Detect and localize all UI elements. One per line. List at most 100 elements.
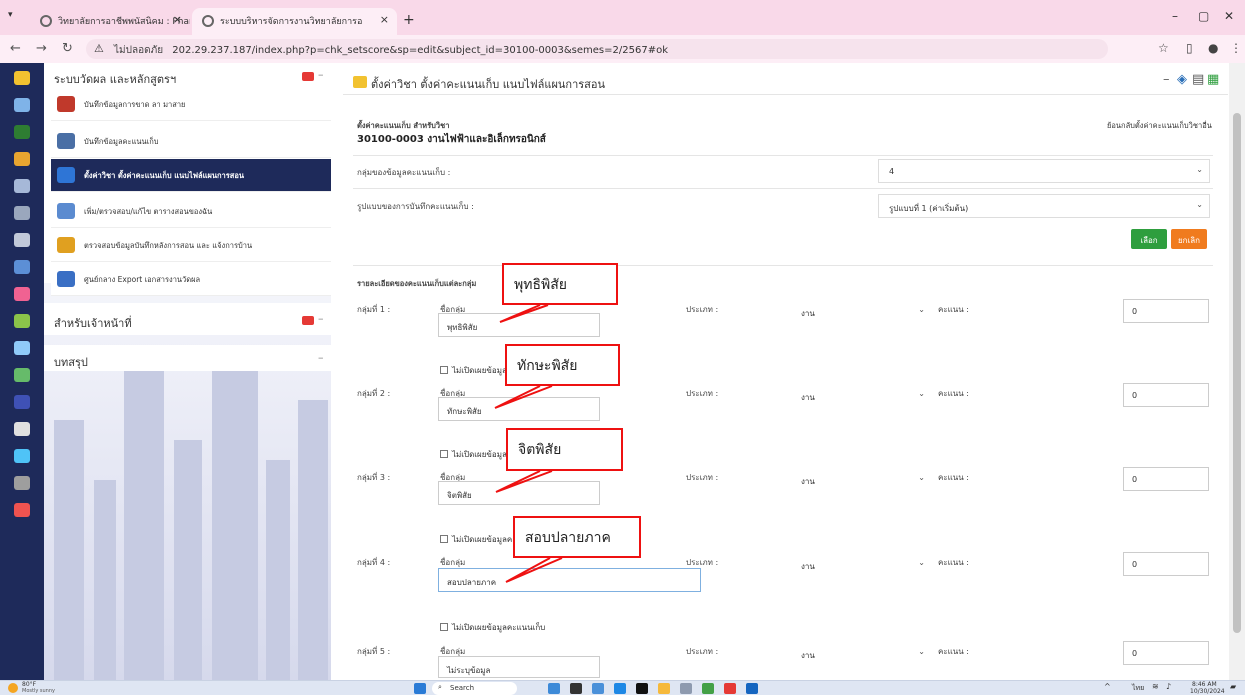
- clock-date[interactable]: 10/30/2024: [1190, 688, 1225, 695]
- document-icon[interactable]: [14, 206, 30, 220]
- close-tab-icon[interactable]: ×: [173, 13, 182, 26]
- hide-checkbox[interactable]: ไม่เปิดเผยข้อมูลคะแนนเก็บ: [440, 621, 545, 634]
- score-input[interactable]: 0: [1123, 552, 1209, 576]
- tiktok-icon[interactable]: [636, 683, 648, 694]
- youtube-icon[interactable]: [302, 72, 314, 81]
- url-field[interactable]: ⚠ ไม่ปลอดภัย 202.29.237.187/index.php?p=…: [86, 39, 1108, 59]
- notification-icon[interactable]: ▰: [1230, 682, 1236, 691]
- more-menu-icon[interactable]: ⋮: [1230, 41, 1242, 55]
- star-icon[interactable]: [14, 341, 30, 355]
- sidebar-item-attendance[interactable]: บันทึกข้อมูลการขาด ลา มาสาย: [51, 88, 331, 121]
- clock-time[interactable]: 8:46 AM: [1192, 681, 1217, 688]
- people-icon[interactable]: [14, 314, 30, 328]
- collapse-icon[interactable]: –: [318, 312, 324, 325]
- windows-start-icon[interactable]: [414, 683, 426, 694]
- callout-text: จิตพิสัย: [518, 442, 562, 458]
- bird-icon[interactable]: [14, 98, 30, 112]
- tray-chevron-icon[interactable]: ^: [1104, 682, 1111, 691]
- weather-desc[interactable]: Mostly sunny: [22, 688, 55, 694]
- maximize-icon[interactable]: ▢: [1198, 9, 1209, 23]
- collapse-icon[interactable]: –: [1163, 72, 1170, 87]
- minimize-icon[interactable]: –: [1172, 9, 1178, 23]
- sidebar-item-timetable[interactable]: เพิ่ม/ตรวจสอบ/แก้ไข ตารางสอนของฉัน: [51, 195, 331, 228]
- sidepanel-icon[interactable]: ▯: [1186, 41, 1193, 55]
- type-select[interactable]: งาน ⌄: [791, 468, 931, 492]
- sidebar-section-staff[interactable]: สำหรับเจ้าหน้าที่: [54, 314, 132, 332]
- close-tab-icon[interactable]: ×: [380, 13, 389, 26]
- forward-icon[interactable]: →: [36, 41, 47, 56]
- taskbar-app-icon[interactable]: [702, 683, 714, 694]
- volume-icon[interactable]: ♪: [1166, 682, 1171, 691]
- wifi-icon[interactable]: ≋: [1152, 682, 1159, 691]
- close-window-icon[interactable]: ✕: [1224, 9, 1234, 23]
- group-name-input[interactable]: ไม่ระบุข้อมูล: [438, 656, 600, 678]
- calendar-icon: [57, 203, 75, 219]
- thumbs-up-icon[interactable]: [14, 152, 30, 166]
- settings-icon[interactable]: [14, 476, 30, 490]
- scroll-thumb[interactable]: [1233, 113, 1241, 633]
- taskbar-app-icon[interactable]: [592, 683, 604, 694]
- taskbar-app-icon[interactable]: [548, 683, 560, 694]
- group-name-input[interactable]: จิตพิสัย: [438, 481, 600, 505]
- sidebar-item-homework[interactable]: ตรวจสอบข้อมูลบันทึกหลังการสอน และ แจ้งกา…: [51, 229, 331, 262]
- sidebar-item-scores[interactable]: บันทึกข้อมูลคะแนนเก็บ: [51, 125, 331, 158]
- chrome-icon[interactable]: [724, 683, 736, 694]
- map-icon[interactable]: [14, 368, 30, 382]
- tab-2[interactable]: ระบบบริหารจัดการงานวิทยาลัยการอ ×: [192, 8, 397, 35]
- divider: [353, 265, 1213, 266]
- tab-search-icon[interactable]: ▾: [8, 10, 13, 20]
- group-name-input[interactable]: สอบปลายภาค: [438, 568, 701, 592]
- cancel-button[interactable]: ยกเลิก: [1171, 229, 1207, 249]
- globe-icon[interactable]: [14, 449, 30, 463]
- file-explorer-icon[interactable]: [658, 683, 670, 694]
- print-icon[interactable]: ▤: [1192, 72, 1204, 87]
- group-name-input[interactable]: ทักษะพิสัย: [438, 397, 600, 421]
- chart-icon[interactable]: [14, 125, 30, 139]
- weather-temp[interactable]: 80°F: [22, 681, 36, 688]
- score-input[interactable]: 0: [1123, 467, 1209, 491]
- building-icon[interactable]: [14, 179, 30, 193]
- group-count-select[interactable]: 4 ⌄: [878, 159, 1210, 183]
- collapse-icon[interactable]: –: [318, 68, 324, 81]
- type-select[interactable]: งาน ⌄: [791, 300, 931, 324]
- flower-icon[interactable]: [14, 287, 30, 301]
- youtube-icon[interactable]: [302, 316, 314, 325]
- settings-icon[interactable]: ◈: [1177, 72, 1187, 87]
- back-link[interactable]: ย้อนกลับตั้งค่าคะแนนเก็บวิชาอื่น: [1107, 120, 1212, 132]
- book-icon[interactable]: [14, 233, 30, 247]
- score-input[interactable]: 0: [1123, 299, 1209, 323]
- page-scrollbar[interactable]: [1229, 63, 1245, 680]
- format-select[interactable]: รูปแบบที่ 1 (ค่าเริ่มต้น) ⌄: [878, 194, 1210, 218]
- type-select[interactable]: งาน ⌄: [791, 553, 931, 577]
- user-icon[interactable]: [14, 503, 30, 517]
- pen-icon[interactable]: [14, 260, 30, 274]
- document-icon: [57, 167, 75, 183]
- score-input[interactable]: 0: [1123, 641, 1209, 665]
- server-icon[interactable]: [14, 422, 30, 436]
- select-button[interactable]: เลือก: [1131, 229, 1167, 249]
- sidebar-section-title[interactable]: ระบบวัดผล และหลักสูตรฯ: [54, 70, 176, 88]
- taskbar-app-icon[interactable]: [614, 683, 626, 694]
- reload-icon[interactable]: ↻: [62, 41, 73, 56]
- excel-icon[interactable]: ▦: [1207, 72, 1219, 87]
- score-input[interactable]: 0: [1123, 383, 1209, 407]
- bookmark-star-icon[interactable]: ☆: [1158, 41, 1169, 55]
- profile-icon[interactable]: ●: [1208, 41, 1218, 55]
- group-name-input[interactable]: พุทธิพิสัย: [438, 313, 600, 337]
- language-indicator[interactable]: ไทย: [1132, 683, 1144, 694]
- calendar-icon[interactable]: [14, 395, 30, 409]
- sidebar-item-subject-settings[interactable]: ตั้งค่าวิชา ตั้งค่าคะแนนเก็บ แนบไฟล์แผนก…: [51, 159, 331, 192]
- type-select[interactable]: งาน ⌄: [791, 384, 931, 408]
- back-icon[interactable]: ←: [10, 41, 21, 56]
- taskbar-app-icon[interactable]: [680, 683, 692, 694]
- new-tab-button[interactable]: +: [403, 12, 415, 28]
- search-box[interactable]: ⌕ Search: [432, 682, 517, 695]
- sidebar-item-export[interactable]: ศูนย์กลาง Export เอกสารงานวัดผล: [51, 263, 331, 296]
- sidebar-section-summary[interactable]: บทสรุป: [54, 353, 88, 371]
- tab-1[interactable]: วิทยาลัยการอาชีพพนัสนิคม : Phan ×: [30, 8, 190, 35]
- type-select[interactable]: งาน ⌄: [791, 642, 931, 666]
- grade-icon[interactable]: [14, 71, 30, 85]
- collapse-icon[interactable]: –: [318, 351, 324, 364]
- word-icon[interactable]: [746, 683, 758, 694]
- taskbar-app-icon[interactable]: [570, 683, 582, 694]
